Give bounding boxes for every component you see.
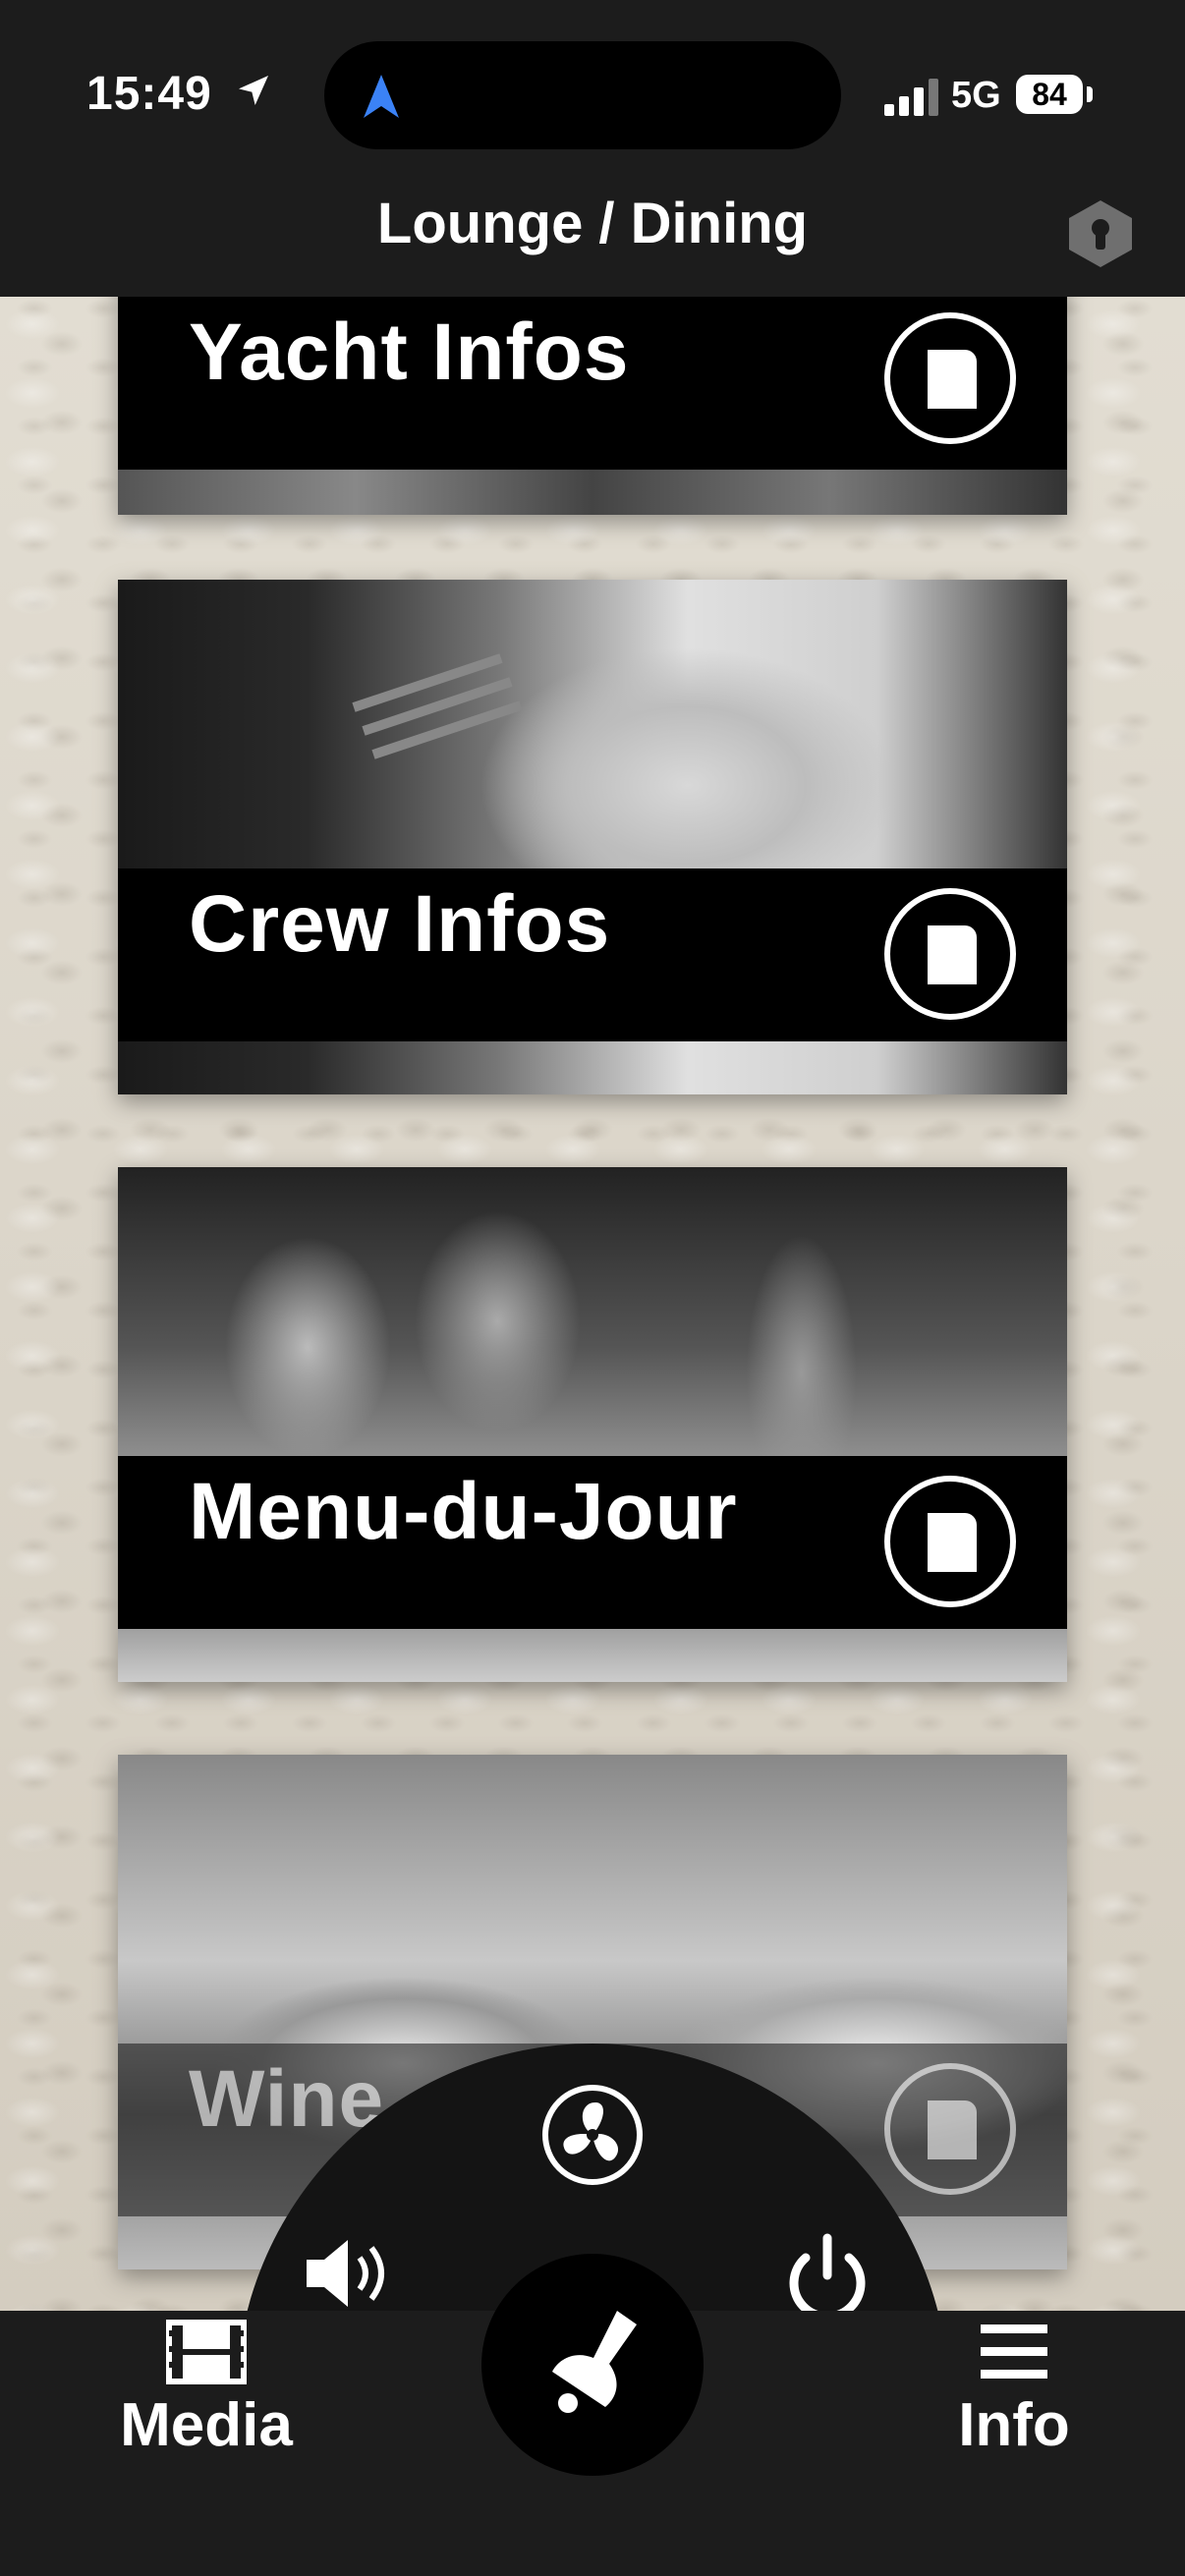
menu-icon	[981, 2324, 1047, 2379]
navigation-arrow-icon	[364, 75, 399, 118]
fan-icon[interactable]	[538, 2081, 647, 2189]
status-time: 15:49	[86, 68, 212, 120]
film-icon	[166, 2320, 247, 2384]
bell-icon	[552, 2311, 637, 2413]
tab-media[interactable]: Media	[110, 2319, 303, 2460]
yacht-photo-strip	[118, 470, 1067, 515]
card-label: Crew Infos	[189, 879, 611, 969]
signal-icon	[884, 79, 938, 116]
call-service-button[interactable]	[481, 2254, 704, 2476]
document-icon	[928, 1513, 977, 1572]
epaulette-stripes	[352, 653, 523, 759]
card-yacht-infos[interactable]: Yacht Infos	[118, 297, 1067, 515]
page-title: Lounge / Dining	[376, 192, 809, 255]
battery-indicator: 84	[1016, 75, 1083, 114]
card-crew-infos[interactable]: Crew Infos	[118, 580, 1067, 1094]
dynamic-island	[324, 41, 841, 149]
card-menu-du-jour[interactable]: Menu-du-Jour	[118, 1167, 1067, 1682]
menu-list[interactable]: Yacht Infos Crew Infos Menu-du-Jour	[0, 297, 1185, 2311]
tab-label: Info	[958, 2391, 1070, 2459]
battery-tip	[1087, 86, 1093, 102]
volume-icon[interactable]	[303, 2236, 401, 2311]
document-button[interactable]	[884, 888, 1016, 1020]
lock-icon[interactable]	[1063, 196, 1138, 271]
location-arrow-icon	[239, 76, 268, 105]
document-button[interactable]	[884, 1476, 1016, 1607]
document-icon	[928, 925, 977, 984]
document-icon	[928, 350, 977, 409]
card-label: Yacht Infos	[189, 308, 630, 397]
tab-label: Media	[120, 2391, 293, 2459]
tab-info[interactable]: Info	[918, 2319, 1110, 2460]
document-button[interactable]	[884, 312, 1016, 444]
network-type: 5G	[951, 75, 1001, 116]
card-label: Menu-du-Jour	[189, 1467, 738, 1556]
power-icon[interactable]	[778, 2232, 876, 2321]
